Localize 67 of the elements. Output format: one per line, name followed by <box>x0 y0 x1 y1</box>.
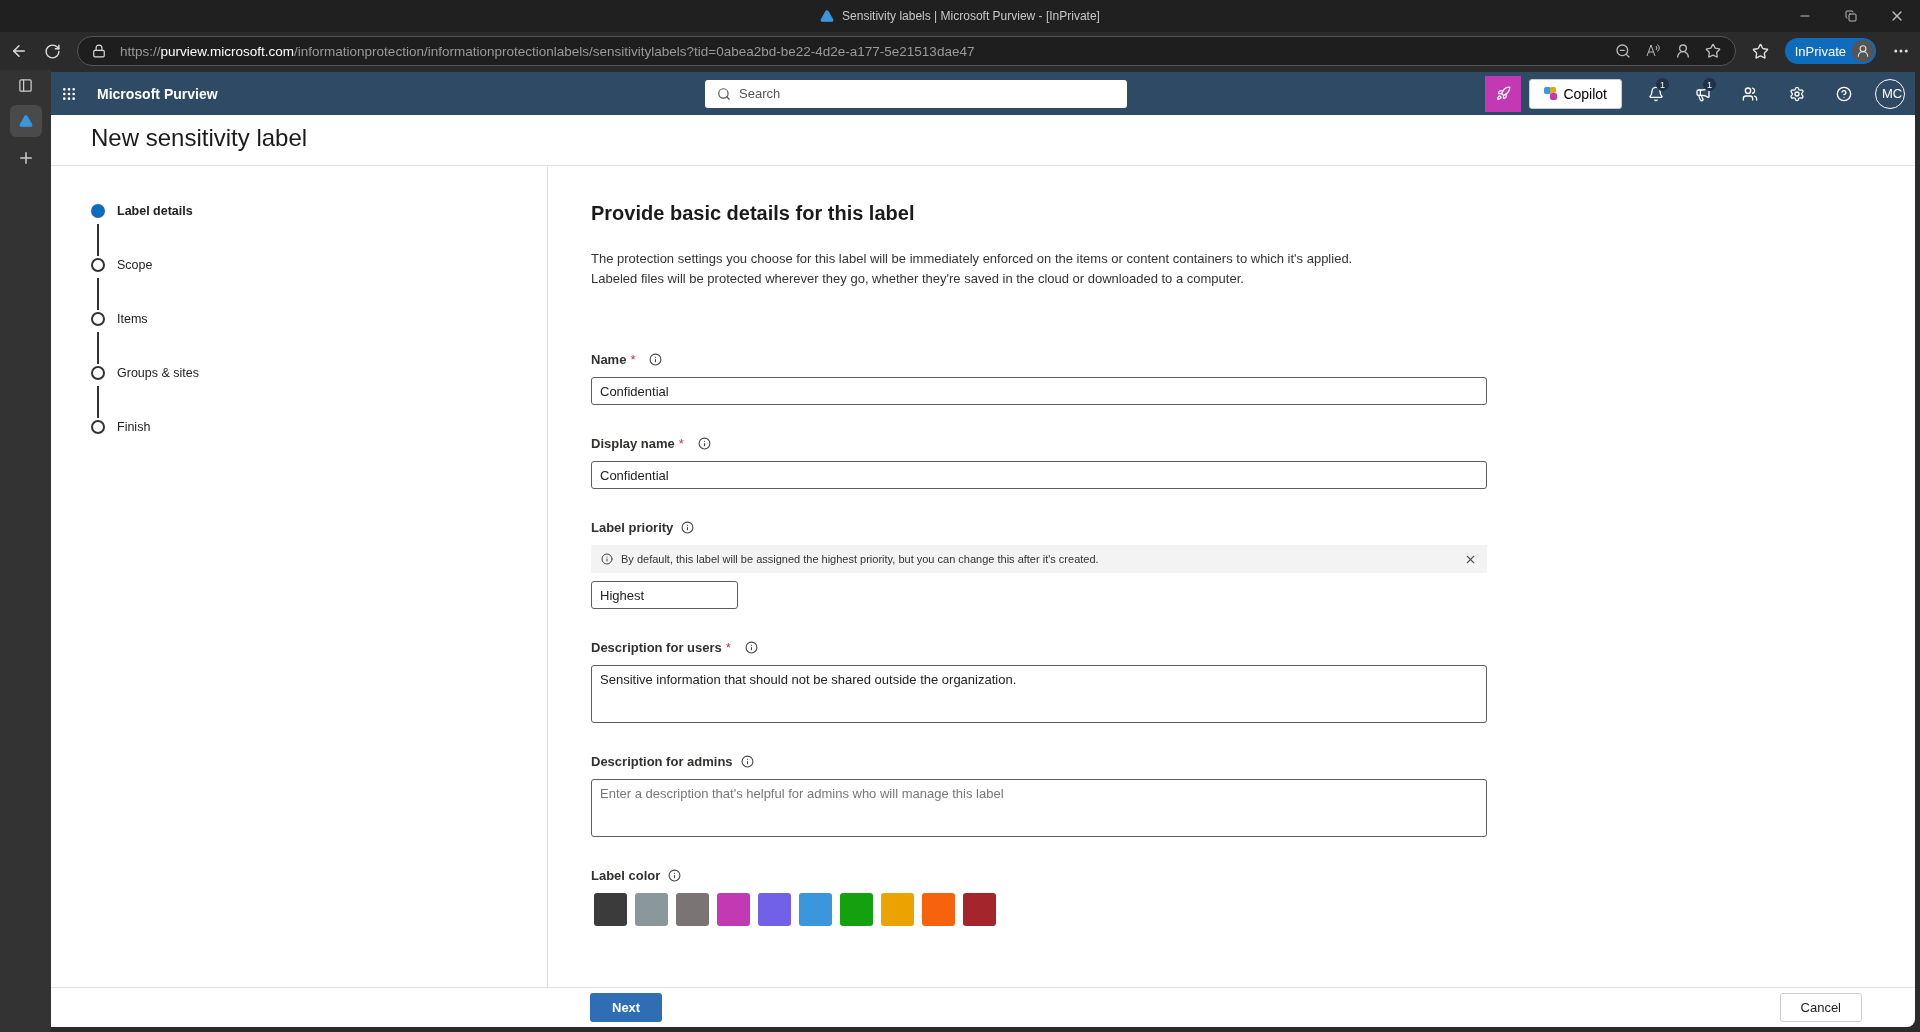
address-bar[interactable]: https://purview.microsoft.com/informationprotection/informationprotectionlabels/sensitivitylabels?tid=0abea2bd-be22-4d2e-a177-5e21513dae47 <box>77 36 1736 66</box>
avatar-icon <box>1852 40 1874 62</box>
lock-icon <box>92 44 106 58</box>
text-field[interactable]: Confidential <box>591 461 1487 489</box>
copilot-logo-icon <box>1544 87 1558 100</box>
info-icon[interactable] <box>744 640 758 654</box>
wizard-step[interactable]: Scope <box>91 256 547 274</box>
next-button[interactable]: Next <box>590 993 663 1022</box>
wizard-step[interactable]: Finish <box>91 418 547 436</box>
zoom-out-icon[interactable] <box>1614 43 1631 59</box>
info-icon[interactable] <box>740 754 754 768</box>
color-swatch[interactable] <box>881 893 914 926</box>
url-text: https://purview.microsoft.com/informationprotection/informationprotectionlabels/sensitivitylabels?tid=0abea2bd-be22-4d2e-a177-5e21513dae47 <box>120 43 976 59</box>
info-icon[interactable] <box>681 520 695 534</box>
field-label: Display name <box>591 435 675 451</box>
wizard-step[interactable]: Label details <box>91 202 547 220</box>
tab-icon[interactable] <box>9 105 42 137</box>
field-label: Label priority <box>591 519 674 535</box>
app-launcher-icon[interactable] <box>61 85 77 102</box>
favorites-icon[interactable] <box>1751 42 1769 60</box>
required-mark: * <box>630 351 636 367</box>
refresh-icon[interactable] <box>44 42 61 60</box>
color-swatch[interactable] <box>676 893 709 926</box>
color-swatch[interactable] <box>635 893 668 926</box>
back-icon[interactable] <box>10 42 28 60</box>
notifications-button[interactable]: 1 <box>1634 72 1677 115</box>
info-icon[interactable] <box>697 436 711 450</box>
search-icon <box>717 86 731 101</box>
field-label: Description for users <box>591 639 722 655</box>
color-swatch[interactable] <box>799 893 832 926</box>
page-title: New sensitivity label <box>51 115 1915 166</box>
notice-text: By default, this label will be assigned the highest priority, but you can change this after it's created. <box>621 553 1100 565</box>
favorite-icon[interactable] <box>1704 43 1721 59</box>
rocket-button[interactable] <box>1485 75 1522 112</box>
rocket-icon <box>1495 86 1511 101</box>
info-icon[interactable] <box>649 352 663 366</box>
field-label: Name <box>591 351 627 367</box>
section-heading: Provide basic details for this label <box>591 202 916 225</box>
app-name: Microsoft Purview <box>97 85 219 102</box>
color-swatch[interactable] <box>922 893 955 926</box>
required-mark: * <box>725 639 731 655</box>
color-swatch[interactable] <box>758 893 791 926</box>
field-label: Label color <box>591 867 661 883</box>
wizard-step[interactable]: Items <box>91 310 547 328</box>
required-mark: * <box>678 435 684 451</box>
megaphone-button[interactable]: 1 <box>1681 72 1724 115</box>
field-label: Description for admins <box>591 753 733 769</box>
cancel-button[interactable]: Cancel <box>1779 993 1862 1022</box>
window-title: Sensitivity labels | Microsoft Purview - [InPrivate] <box>842 9 1100 23</box>
intro-paragraph: The protection settings you choose for this label will be immediately enforced on the items or content containers to which it's applied. Labeled files will be protected wherever they go, whether they're saved in the cloud or downloaded to a computer. <box>591 250 1354 288</box>
color-swatch[interactable] <box>963 893 996 926</box>
inprivate-button[interactable]: InPrivate <box>1784 38 1876 64</box>
color-swatch[interactable] <box>717 893 750 926</box>
text-field[interactable]: Confidential <box>591 377 1487 405</box>
info-icon <box>601 553 613 565</box>
text-area[interactable]: Enter a description that's helpful for admins who will manage this label <box>591 779 1487 837</box>
person-icon[interactable] <box>1674 43 1691 59</box>
app-logo-icon <box>820 9 835 23</box>
copilot-button[interactable]: Copilot <box>1529 78 1622 109</box>
color-swatch[interactable] <box>594 893 627 926</box>
search-field[interactable]: Search <box>705 79 1127 108</box>
color-swatch[interactable] <box>840 893 873 926</box>
text-area[interactable]: Sensitive information that should not be shared outside the organization. <box>591 665 1487 723</box>
info-icon[interactable] <box>668 868 682 882</box>
tab-actions-icon[interactable] <box>18 78 33 93</box>
priority-field[interactable]: Highest <box>591 581 738 609</box>
wizard-step[interactable]: Groups & sites <box>91 364 547 382</box>
